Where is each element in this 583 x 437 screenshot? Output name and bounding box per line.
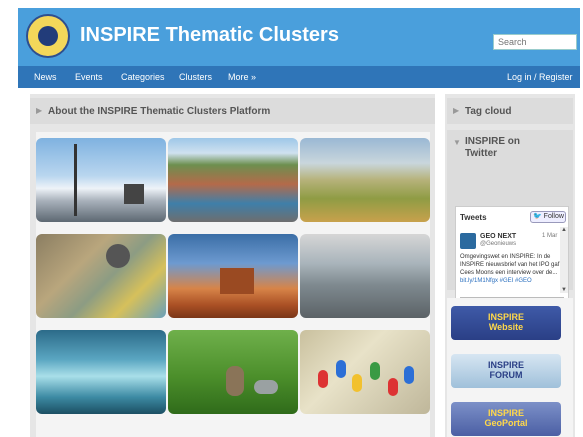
tweet-author[interactable]: GEO NEXT bbox=[480, 233, 516, 240]
site-header: INSPIRE Thematic Clusters bbox=[18, 8, 580, 66]
tag-cloud-title: Tag cloud bbox=[465, 106, 512, 117]
radio-mast-shape bbox=[74, 144, 77, 216]
rock-shape bbox=[254, 380, 278, 394]
gallery-image-mountain[interactable] bbox=[36, 138, 166, 222]
nav-categories[interactable]: Categories bbox=[121, 72, 165, 82]
image-gallery bbox=[36, 132, 430, 437]
login-register-link[interactable]: Log in / Register bbox=[507, 72, 573, 82]
sidebar: ▶ Tag cloud ▼ INSPIRE on Twitter Tweets … bbox=[445, 94, 575, 437]
nav-events[interactable]: Events bbox=[75, 72, 103, 82]
site-title[interactable]: INSPIRE Thematic Clusters bbox=[80, 24, 339, 47]
tweet-handle[interactable]: @Geonieuws bbox=[480, 241, 516, 247]
banner-line1: INSPIRE bbox=[487, 312, 524, 322]
game-piece-red bbox=[318, 370, 328, 388]
about-section-header[interactable]: ▶ About the INSPIRE Thematic Clusters Pl… bbox=[30, 98, 435, 124]
inspire-logo[interactable] bbox=[26, 14, 70, 58]
about-section-title: About the INSPIRE Thematic Clusters Plat… bbox=[48, 106, 271, 117]
banner-line2: GeoPortal bbox=[484, 418, 528, 428]
twitter-title-line2: Twitter bbox=[465, 148, 498, 159]
gallery-image-aerial[interactable] bbox=[300, 138, 430, 222]
logo-star bbox=[28, 35, 33, 40]
main-content: ▶ About the INSPIRE Thematic Clusters Pl… bbox=[30, 94, 435, 437]
collapse-arrow-icon: ▶ bbox=[36, 106, 43, 115]
logo-star bbox=[32, 47, 37, 52]
inspire-forum-banner[interactable]: INSPIRE FORUM bbox=[451, 354, 561, 388]
tweet-body: Omgevingswet en INSPIRE: In de INSPIRE n… bbox=[460, 253, 560, 285]
logo-star bbox=[32, 23, 37, 28]
gallery-image-survey[interactable] bbox=[36, 234, 166, 318]
twitter-widget: ▼ INSPIRE on Twitter Tweets 🐦 Follow GEO… bbox=[447, 130, 573, 316]
gallery-image-desert[interactable] bbox=[168, 234, 298, 318]
inspire-website-banner[interactable]: INSPIRE Website bbox=[451, 306, 561, 340]
logo-star bbox=[58, 23, 63, 28]
main-navbar: News Events Categories Clusters More » L… bbox=[18, 66, 580, 88]
tag-cloud-header[interactable]: ▶ Tag cloud bbox=[447, 98, 573, 124]
banner-line1: INSPIRE bbox=[487, 360, 524, 370]
scroll-down-icon[interactable]: ▼ bbox=[560, 287, 568, 293]
mesa-shape bbox=[220, 268, 254, 294]
tweet-date[interactable]: 1 Mar bbox=[542, 233, 557, 239]
inspire-geoportal-banner[interactable]: INSPIRE GeoPortal bbox=[451, 402, 561, 436]
game-piece-yellow bbox=[352, 374, 362, 392]
logo-globe bbox=[38, 26, 58, 46]
gallery-image-wave[interactable] bbox=[36, 330, 166, 414]
tweet-link[interactable]: bit.ly/1M1Nfgx #GEI #GEO bbox=[460, 278, 532, 284]
tweets-label: Tweets bbox=[460, 213, 487, 222]
gallery-image-squirrel[interactable] bbox=[168, 330, 298, 414]
avatar[interactable] bbox=[460, 233, 476, 249]
tweet-text: Omgevingswet en INSPIRE: In de INSPIRE n… bbox=[460, 254, 560, 276]
banner-line1: INSPIRE bbox=[487, 408, 524, 418]
logo-star bbox=[45, 18, 50, 23]
collapse-arrow-icon: ▶ bbox=[453, 106, 460, 115]
search-input[interactable] bbox=[493, 34, 577, 50]
banner-line2: Website bbox=[488, 322, 524, 332]
nav-news[interactable]: News bbox=[34, 72, 57, 82]
twitter-title: INSPIRE on bbox=[465, 136, 521, 147]
logo-star bbox=[45, 51, 50, 56]
squirrel-shape bbox=[226, 366, 244, 396]
expand-arrow-icon: ▼ bbox=[453, 138, 461, 147]
nav-more[interactable]: More » bbox=[228, 72, 256, 82]
gallery-image-game-pieces[interactable] bbox=[300, 330, 430, 414]
banner-line2: FORUM bbox=[489, 370, 523, 380]
follow-button[interactable]: 🐦 Follow bbox=[530, 211, 566, 223]
game-piece-green bbox=[370, 362, 380, 380]
banner-links: INSPIRE Website INSPIRE FORUM INSPIRE Ge… bbox=[447, 298, 573, 437]
nav-clusters[interactable]: Clusters bbox=[179, 72, 212, 82]
logo-star bbox=[62, 35, 67, 40]
hut-shape bbox=[124, 184, 144, 204]
logo-star bbox=[58, 47, 63, 52]
game-piece-blue bbox=[404, 366, 414, 384]
follow-label: Follow bbox=[543, 213, 564, 220]
gallery-image-town[interactable] bbox=[168, 138, 298, 222]
survey-device-shape bbox=[106, 244, 130, 268]
tweets-scrollbar[interactable]: ▲ ▼ bbox=[560, 227, 568, 293]
game-piece-red bbox=[388, 378, 398, 396]
twitter-bird-icon: 🐦 bbox=[533, 213, 542, 220]
gallery-image-construction[interactable] bbox=[300, 234, 430, 318]
scroll-up-icon[interactable]: ▲ bbox=[560, 227, 568, 233]
game-piece-blue bbox=[336, 360, 346, 378]
